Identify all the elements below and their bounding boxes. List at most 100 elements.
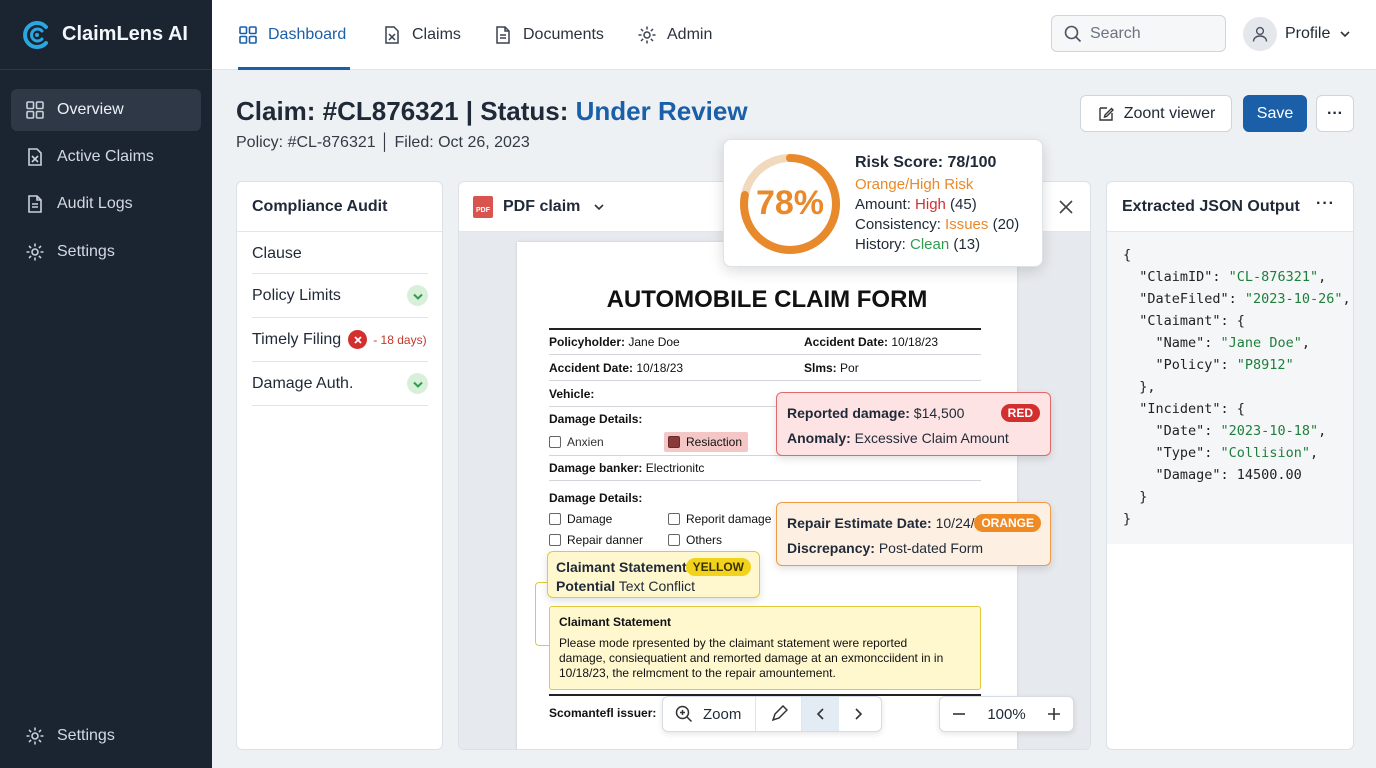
checkbox[interactable]: [668, 513, 680, 525]
gear-icon: [638, 26, 656, 44]
json-line: }: [1123, 511, 1132, 527]
form-title: AUTOMOBILE CLAIM FORM: [606, 286, 928, 313]
grid-icon: [239, 26, 257, 44]
pdf-badge: PDF: [476, 206, 490, 214]
slms-field: Slms: Por: [804, 361, 859, 375]
pdf-canvas[interactable]: AUTOMOBILE CLAIM FORM Policyholder: Jane…: [459, 232, 1090, 749]
divider: [549, 480, 981, 481]
audit-row-policy-limits[interactable]: Policy Limits: [252, 274, 428, 318]
clause-header: Clause: [252, 234, 428, 274]
risk-percent: 78%: [755, 184, 825, 222]
divider: [549, 328, 981, 330]
gear-icon: [26, 727, 44, 745]
orange-badge: ORANGE: [974, 514, 1041, 532]
zoom-viewer-button[interactable]: Zoont viewer: [1080, 95, 1232, 132]
tab-admin[interactable]: Admin: [637, 0, 712, 70]
audit-row-damage-auth[interactable]: Damage Auth.: [252, 362, 428, 406]
option-reporit-damage[interactable]: Reporit damage: [668, 512, 771, 526]
avatar: [1243, 16, 1277, 51]
brand[interactable]: ClaimLens AI: [0, 0, 212, 70]
next-page-button[interactable]: [839, 697, 876, 731]
json-line: "Name": "Jane Doe",: [1123, 335, 1310, 351]
checkbox[interactable]: [668, 534, 680, 546]
zoom-out-button[interactable]: [940, 697, 978, 731]
yellow-flag-callout[interactable]: Claimant Statement Potential Text Confli…: [547, 551, 760, 598]
audit-row-timely-filing[interactable]: Timely Filing - 18 days): [252, 318, 428, 362]
sidebar-item-audit-logs[interactable]: Audit Logs: [11, 183, 201, 225]
option-others[interactable]: Others: [668, 533, 722, 547]
json-line: "Type": "Collision",: [1123, 445, 1319, 461]
json-line: "Damage": 14500.00: [1123, 467, 1302, 483]
damage-details-label: Damage Details:: [549, 412, 643, 426]
risk-amount: Amount: High (45): [855, 196, 977, 213]
pdf-title[interactable]: PDF claim: [503, 198, 580, 216]
clause-header-label: Clause: [252, 244, 302, 262]
tab-dashboard[interactable]: Dashboard: [238, 0, 350, 70]
json-line: "Incident": {: [1123, 401, 1245, 417]
checkbox[interactable]: [549, 436, 561, 448]
json-output-panel: Extracted JSON Output ··· { "ClaimID": "…: [1106, 181, 1354, 750]
divider: [549, 354, 981, 355]
checkbox[interactable]: [549, 534, 561, 546]
zoom-label: Zoom: [703, 705, 742, 723]
sidebar-item-label: Active Claims: [57, 148, 154, 165]
statement-title: Claimant Statement: [559, 615, 672, 629]
json-line: "ClaimID": "CL-876321",: [1123, 269, 1327, 285]
search-box[interactable]: [1051, 15, 1226, 52]
flag-line: Reported damage: $14,500: [787, 405, 965, 421]
tab-claims[interactable]: Claims: [382, 0, 461, 70]
more-options-icon[interactable]: ···: [1316, 195, 1335, 213]
tab-label: Documents: [523, 26, 604, 43]
yellow-badge: YELLOW: [685, 558, 751, 576]
sidebar-footer-label: Settings: [57, 727, 115, 744]
sidebar-footer-settings[interactable]: Settings: [11, 715, 201, 757]
pencil-icon: [771, 705, 788, 722]
sidebar-item-overview[interactable]: Overview: [11, 89, 201, 131]
json-line: {: [1123, 247, 1132, 263]
chevron-down-icon[interactable]: [592, 200, 606, 214]
flag-line: Discrepancy: Post-dated Form: [787, 540, 984, 556]
option-damage[interactable]: Damage: [549, 512, 612, 526]
sidebar-item-active-claims[interactable]: Active Claims: [11, 136, 201, 178]
sidebar: ClaimLens AI Overview Active Claims Audi…: [0, 0, 212, 768]
grid-icon: [26, 101, 44, 119]
json-code-block[interactable]: { "ClaimID": "CL-876321", "DateFiled": "…: [1107, 232, 1353, 544]
sidebar-item-settings[interactable]: Settings: [11, 231, 201, 273]
top-nav: Dashboard Claims Documents Admin Profile: [212, 0, 1376, 70]
compliance-title: Compliance Audit: [237, 182, 442, 232]
page-title: Claim: #CL876321 | Status: Under Review: [236, 96, 748, 127]
pdf-page: AUTOMOBILE CLAIM FORM Policyholder: Jane…: [517, 242, 1017, 749]
close-icon[interactable]: [1058, 199, 1074, 215]
search-input[interactable]: [1090, 24, 1210, 43]
annotate-button[interactable]: [756, 697, 803, 731]
profile-menu[interactable]: Profile: [1243, 15, 1352, 52]
prev-page-button[interactable]: [802, 697, 840, 731]
claimant-statement-block[interactable]: Claimant Statement Please mode rpresente…: [549, 606, 981, 690]
flag-line: Repair Estimate Date: 10/24/23: [787, 515, 991, 531]
zoom-button[interactable]: Zoom: [663, 697, 757, 731]
checkbox[interactable]: [549, 513, 561, 525]
tab-label: Claims: [412, 26, 461, 43]
claim-title-prefix: Claim: #CL876321 | Status:: [236, 96, 576, 126]
option-anxien[interactable]: Anxien: [549, 435, 604, 449]
sidebar-item-label: Settings: [57, 243, 115, 260]
claim-status: Under Review: [575, 96, 748, 126]
tab-documents[interactable]: Documents: [493, 0, 604, 70]
footer-issuer-label: Scomanteﬂ issuer:: [549, 706, 657, 720]
divider: [549, 380, 981, 381]
option-resiaction[interactable]: Resiaction: [664, 432, 749, 452]
option-repair-danner[interactable]: Repair danner: [549, 533, 643, 547]
checkbox-checked[interactable]: [668, 436, 680, 448]
save-button[interactable]: Save: [1243, 95, 1307, 132]
orange-flag-callout[interactable]: Repair Estimate Date: 10/24/23 Discrepan…: [776, 502, 1051, 566]
more-options-button[interactable]: ···: [1316, 95, 1354, 132]
zoom-in-icon: [675, 705, 693, 723]
zoom-in-button[interactable]: [1035, 697, 1073, 731]
risk-level: Orange/High Risk: [855, 176, 974, 193]
policyholder-field: Policyholder: Jane Doe: [549, 335, 680, 349]
audit-label: Damage Auth.: [252, 374, 354, 392]
tab-label: Dashboard: [268, 26, 347, 43]
flag-line: Claimant Statement: [556, 559, 687, 575]
audit-label: Timely Filing: [252, 330, 342, 348]
red-flag-callout[interactable]: Reported damage: $14,500 Anomaly: Excess…: [776, 392, 1051, 456]
